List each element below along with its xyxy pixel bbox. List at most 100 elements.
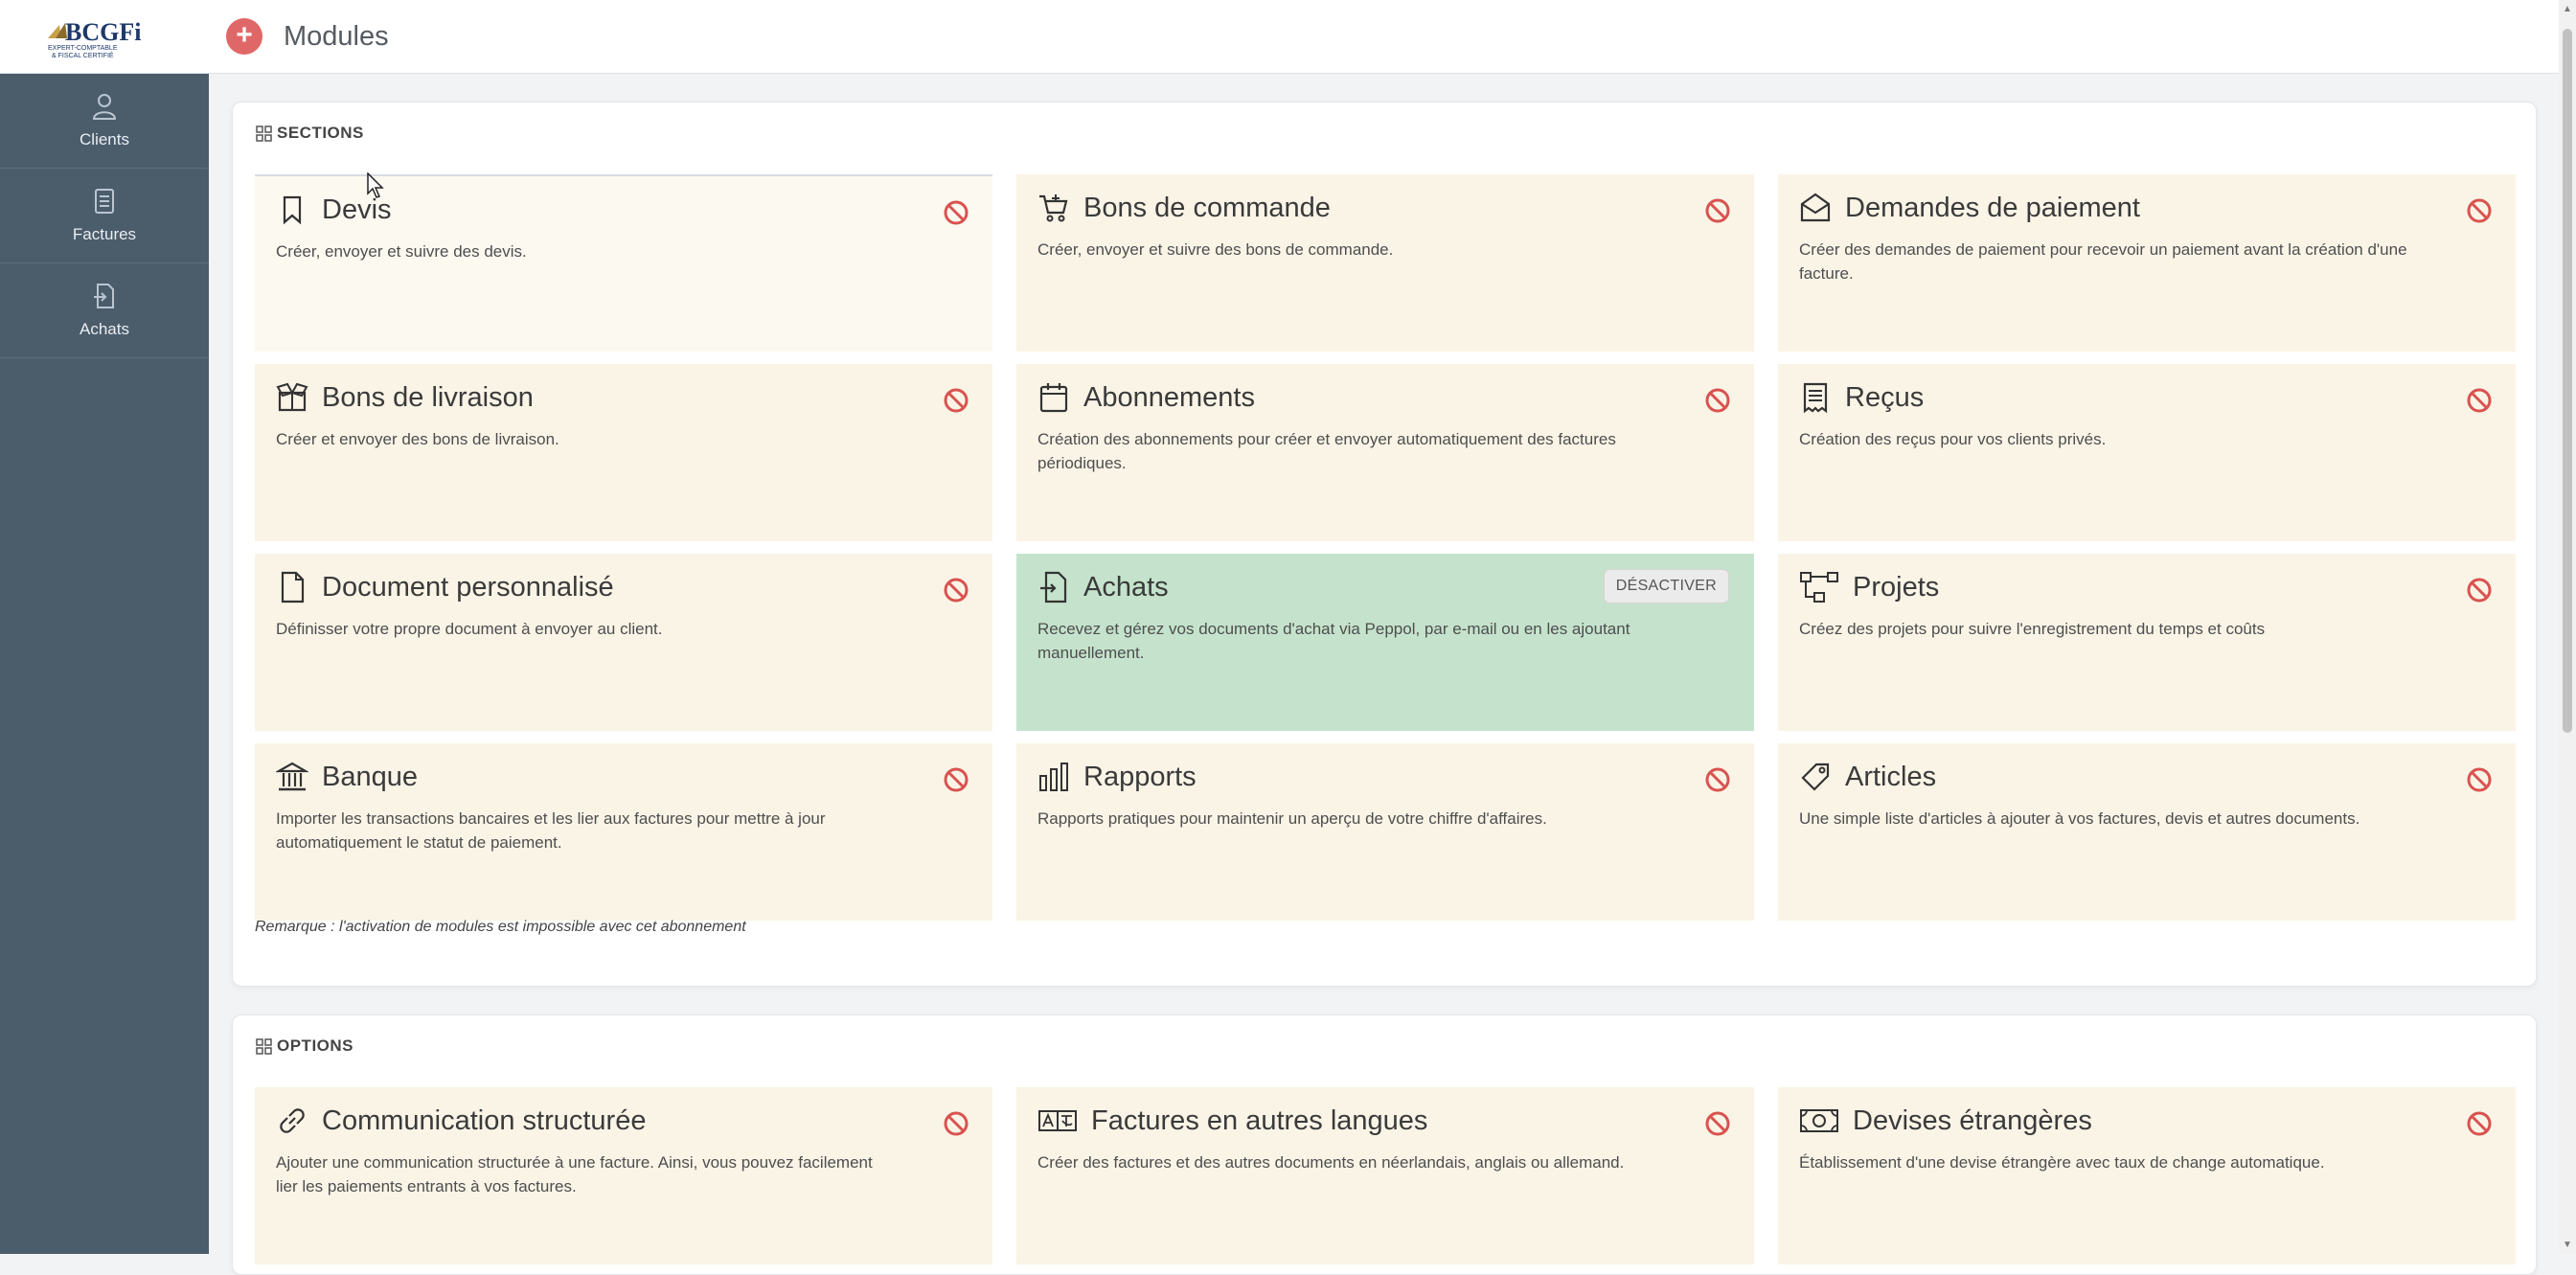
logo[interactable]: BCGFi EXPERT-COMPTABLE & FISCAL CERTIFIÉ (0, 0, 209, 74)
receipt-icon (1799, 381, 1832, 414)
module-title: Rapports (1083, 761, 1197, 792)
module-title: Reçus (1845, 381, 1925, 413)
scroll-up-icon[interactable]: ▲ (2563, 4, 2572, 14)
module-description: Établissement d'une devise étrangère ave… (1799, 1153, 2325, 1172)
module-card-abonnements[interactable]: Abonnements Création des abonnements pou… (1016, 364, 1754, 541)
bcgfi-logo: BCGFi EXPERT-COMPTABLE & FISCAL CERTIFIÉ (48, 18, 141, 59)
sidebar-item-label: Achats (80, 320, 129, 338)
svg-text:& FISCAL CERTIFIÉ: & FISCAL CERTIFIÉ (52, 51, 114, 59)
disabled-icon (943, 577, 969, 603)
module-card-projets[interactable]: Projets Créez des projets pour suivre l'… (1778, 554, 2516, 731)
link-icon (276, 1104, 308, 1137)
disabled-icon (2466, 387, 2493, 414)
disabled-icon (943, 766, 969, 793)
options-panel: OPTIONS Communication structurée Ajouter… (232, 1014, 2537, 1275)
module-title: Abonnements (1083, 381, 1255, 413)
disabled-icon (2466, 197, 2493, 224)
module-title: Bons de livraison (322, 381, 534, 413)
user-icon (92, 94, 117, 120)
file-import-icon (1037, 571, 1070, 603)
module-title: Bons de commande (1083, 192, 1331, 223)
module-title: Articles (1845, 761, 1937, 792)
module-card-articles[interactable]: Articles Une simple liste d'articles à a… (1778, 743, 2516, 921)
disabled-icon (943, 387, 969, 414)
tag-icon (1799, 761, 1832, 793)
grid-icon (256, 1037, 272, 1055)
module-title: Devises étrangères (1853, 1104, 2092, 1136)
module-card-recus[interactable]: Reçus Création des reçus pour vos client… (1778, 364, 2516, 541)
disabled-icon (2466, 577, 2493, 603)
module-card-rapports[interactable]: Rapports Rapports pratiques pour mainten… (1016, 743, 1754, 921)
module-title: Factures en autres langues (1091, 1104, 1428, 1136)
cart-icon (1037, 192, 1070, 224)
sidebar-item-achats[interactable]: Achats (0, 263, 209, 358)
module-description: Ajouter une communication structurée à u… (276, 1153, 873, 1195)
sidebar: Clients Factures Achats (0, 74, 209, 1254)
envelope-open-icon (1799, 192, 1832, 224)
module-title: Demandes de paiement (1845, 192, 2140, 223)
file-icon (276, 571, 308, 603)
grid-icon (256, 125, 272, 142)
module-description: Rapports pratiques pour maintenir un ape… (1037, 809, 1547, 828)
add-button[interactable]: + (226, 18, 262, 55)
sidebar-item-label: Clients (80, 130, 129, 148)
module-title: Banque (322, 761, 418, 792)
svg-text:EXPERT-COMPTABLE: EXPERT-COMPTABLE (48, 45, 118, 52)
module-card-bons-de-livraison[interactable]: Bons de livraison Créer et envoyer des b… (255, 364, 992, 541)
sections-heading: SECTIONS (256, 124, 364, 143)
module-card-banque[interactable]: Banque Importer les transactions bancair… (255, 743, 992, 921)
deactivate-button[interactable]: DÉSACTIVER (1603, 569, 1729, 603)
options-heading-label: OPTIONS (277, 1036, 354, 1055)
module-card-bons-de-commande[interactable]: Bons de commande Créer, envoyer et suivr… (1016, 174, 1754, 352)
module-title: Communication structurée (322, 1104, 647, 1136)
module-description: Créer et envoyer des bons de livraison. (276, 430, 559, 448)
module-title: Projets (1853, 571, 1940, 603)
options-heading: OPTIONS (256, 1036, 353, 1056)
language-icon (1037, 1104, 1078, 1137)
module-description: Créer des demandes de paiement pour rece… (1799, 240, 2407, 283)
page-scrollbar[interactable]: ▲ ▼ (2559, 0, 2576, 1254)
bookmark-icon (276, 194, 308, 226)
bank-icon (276, 761, 308, 793)
module-description: Créer des factures et des autres documen… (1037, 1153, 1625, 1172)
module-description: Création des reçus pour vos clients priv… (1799, 430, 2107, 448)
module-card-devis[interactable]: Devis Créer, envoyer et suivre des devis… (255, 174, 992, 352)
module-card-achats[interactable]: Achats Recevez et gérez vos documents d'… (1016, 554, 1754, 731)
disabled-icon (943, 199, 969, 226)
disabled-icon (1704, 197, 1731, 224)
page-title: Modules (284, 20, 389, 52)
scroll-thumb[interactable] (2563, 29, 2572, 733)
sections-grid: Devis Créer, envoyer et suivre des devis… (255, 174, 2516, 921)
module-description: Définisser votre propre document à envoy… (276, 620, 663, 638)
disabled-icon (1704, 387, 1731, 414)
module-description: Recevez et gérez vos documents d'achat v… (1037, 620, 1630, 662)
calendar-icon (1037, 381, 1070, 414)
disabled-icon (943, 1110, 969, 1137)
scroll-down-icon[interactable]: ▼ (2563, 1240, 2572, 1250)
box-icon (276, 381, 308, 414)
module-description: Créer, envoyer et suivre des bons de com… (1037, 240, 1394, 259)
disabled-icon (1704, 766, 1731, 793)
disabled-icon (2466, 1110, 2493, 1137)
module-card-communication-structuree[interactable]: Communication structurée Ajouter une com… (255, 1087, 992, 1264)
module-card-factures-en-autres-langues[interactable]: Factures en autres langues Créer des fac… (1016, 1087, 1754, 1264)
project-icon (1799, 571, 1839, 603)
module-description: Créer, envoyer et suivre des devis. (276, 242, 527, 261)
svg-text:BCGFi: BCGFi (65, 18, 141, 46)
sections-heading-label: SECTIONS (277, 124, 364, 142)
sidebar-item-clients[interactable]: Clients (0, 74, 209, 169)
sections-panel: SECTIONS Devis Créer, envoyer et suivre … (232, 102, 2537, 987)
disabled-icon (1704, 1110, 1731, 1137)
module-description: Importer les transactions bancaires et l… (276, 809, 826, 852)
module-title: Achats (1083, 571, 1169, 603)
invoice-icon (95, 189, 114, 214)
module-card-demandes-de-paiement[interactable]: Demandes de paiement Créer des demandes … (1778, 174, 2516, 352)
module-card-devises-etrangeres[interactable]: Devises étrangères Établissement d'une d… (1778, 1087, 2516, 1264)
sidebar-item-label: Factures (72, 225, 137, 243)
purchase-icon (94, 284, 114, 308)
chart-icon (1037, 761, 1070, 793)
sidebar-item-factures[interactable]: Factures (0, 169, 209, 263)
module-card-document-personnalise[interactable]: Document personnalisé Définisser votre p… (255, 554, 992, 731)
mouse-cursor-icon (367, 172, 384, 198)
subscription-remark: Remarque : l'activation de modules est i… (255, 919, 746, 935)
